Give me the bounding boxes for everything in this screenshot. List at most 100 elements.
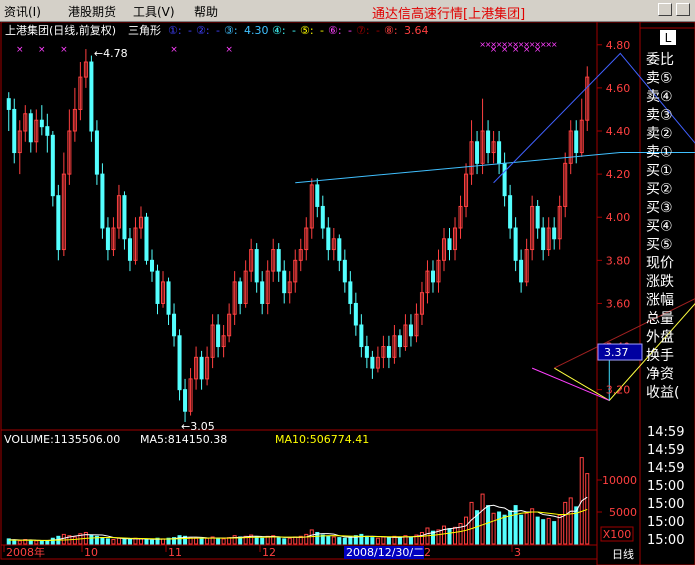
candle-down <box>337 238 342 261</box>
volume-bar <box>447 528 452 545</box>
candle-down <box>127 238 132 261</box>
candle-down <box>28 113 33 143</box>
price-tick-label: 4.40 <box>606 125 631 138</box>
volume-bar <box>17 540 22 545</box>
indicator-param-label: ①: <box>168 24 182 37</box>
volume-bar <box>39 540 44 545</box>
candlestick-series <box>6 49 590 422</box>
volume-bar <box>50 537 55 545</box>
date-label: 11 <box>168 546 182 559</box>
price-tick-label: 4.20 <box>606 168 631 181</box>
indicator-param-label: ④: <box>272 24 286 37</box>
volume-bar <box>122 538 127 545</box>
side-panel-item: 委比 <box>646 52 674 68</box>
side-panel-item: 买① <box>646 163 673 179</box>
ma10-value: MA10:506774.41 <box>275 433 369 446</box>
signal-marker: × <box>60 45 68 55</box>
current-price-label: 3.37 <box>604 346 629 359</box>
price-tick-label: 3.80 <box>606 254 631 267</box>
menu-item-help[interactable]: 帮助 <box>194 3 218 20</box>
volume-bar <box>557 514 562 545</box>
side-panel-item: 总量 <box>646 311 674 327</box>
date-cursor-label: 2008/12/30/二 <box>346 546 424 559</box>
volume-bar <box>530 508 535 545</box>
candle-down <box>122 195 127 240</box>
candle-down <box>497 141 502 164</box>
volume-bar <box>276 537 281 545</box>
indicator-param-label: ⑦: <box>356 24 370 37</box>
volume-bar <box>364 535 369 545</box>
candle-down <box>183 389 188 412</box>
volume-bar <box>497 511 502 545</box>
volume-bar <box>28 539 33 545</box>
menu-item-tools[interactable]: 工具(V) <box>133 3 175 20</box>
period-label: 日线 <box>612 547 634 561</box>
volume-bar <box>282 538 287 545</box>
date-label: 10 <box>84 546 98 559</box>
candle-down <box>353 302 358 326</box>
tick-time: 15:00 <box>647 515 684 530</box>
volume-bar <box>111 539 116 545</box>
side-panel-item: 卖③ <box>646 108 673 124</box>
volume-bar <box>337 537 342 545</box>
candle-down <box>105 227 110 251</box>
candle-down <box>149 259 155 272</box>
indicator-param-value: - <box>320 24 324 37</box>
volume-bar <box>408 536 413 545</box>
tick-time: 15:00 <box>647 533 684 548</box>
volume-bar <box>326 535 331 545</box>
candle-down <box>475 141 480 164</box>
signal-marker: × <box>38 45 46 55</box>
tick-time: 15:00 <box>647 479 684 494</box>
candle-down <box>519 259 524 283</box>
indicator-param-value: - <box>292 24 296 37</box>
volume-bar <box>144 539 149 545</box>
volume-bar <box>205 537 210 545</box>
volume-bar <box>105 538 110 545</box>
volume-bar <box>348 536 353 545</box>
candle-down <box>166 281 171 315</box>
candle-down <box>535 205 540 229</box>
candle-down <box>177 335 182 391</box>
volume-bar <box>370 537 375 545</box>
candle-down <box>541 227 546 251</box>
signal-marker: × <box>225 45 233 55</box>
candle-down <box>276 249 281 272</box>
side-panel-item: 买③ <box>646 200 673 216</box>
volume-bar <box>138 538 143 545</box>
volume-tick-label: 5000 <box>609 506 637 519</box>
indicator-param-value: - <box>188 24 192 37</box>
volume-bar <box>127 539 132 545</box>
restore-button[interactable] <box>676 3 690 16</box>
candle-down <box>348 281 353 304</box>
volume-bar <box>480 493 485 545</box>
candle-down <box>552 227 557 240</box>
volume-bar <box>61 533 66 545</box>
candle-down <box>430 270 435 283</box>
level2-badge: L <box>665 31 672 45</box>
volume-bar <box>45 540 50 545</box>
indicator-param-value: 3.64 <box>404 24 429 37</box>
side-panel-item: 买④ <box>646 219 673 235</box>
volume-bar <box>375 537 380 545</box>
stock-chart: L × × × × × × × × × ××××××××××××××× 4.804.604.404… <box>0 22 695 565</box>
side-panel-item: 卖① <box>646 145 673 161</box>
menu-item-hk-futures[interactable]: 港股期货 <box>68 3 116 20</box>
candle-down <box>260 281 265 304</box>
candle-down <box>100 173 105 229</box>
signal-marker: × <box>551 40 558 49</box>
side-panel-item: 现价 <box>646 256 674 272</box>
indicator-param-value: - <box>376 24 380 37</box>
side-panel-item: 收益( <box>646 385 679 401</box>
menu-item-info[interactable]: 资讯(I) <box>4 3 41 20</box>
side-panel-item: 卖④ <box>646 89 673 105</box>
volume-bar <box>34 540 39 545</box>
candle-down <box>56 195 61 251</box>
indicator-param-value: - <box>216 24 220 37</box>
volume-bar <box>502 514 507 545</box>
price-tick-label: 3.60 <box>606 297 631 310</box>
price-tick-label: 3.20 <box>606 384 631 397</box>
minimize-button[interactable] <box>658 3 672 16</box>
candle-down <box>12 108 17 154</box>
date-label: 2 <box>424 546 431 559</box>
